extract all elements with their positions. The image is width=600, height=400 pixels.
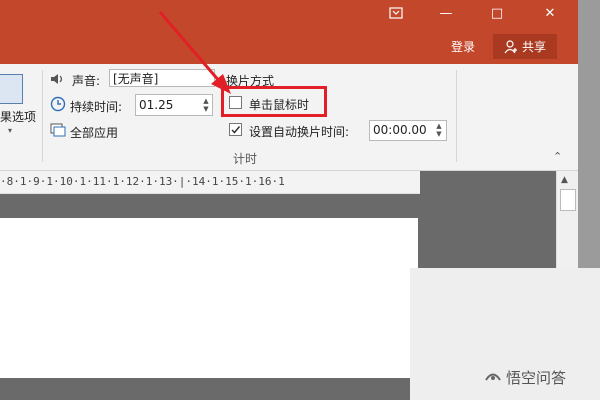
minimize-button[interactable]: — [430,3,462,23]
effect-options-icon[interactable] [0,74,23,104]
slide-canvas[interactable] [0,218,418,378]
watermark-logo-icon [484,368,502,387]
after-time-value: 00:00.00 [373,123,427,137]
watermark-text: 悟空问答 [506,369,567,387]
duration-label: 持续时间: [70,100,123,114]
checkmark-icon [231,126,241,134]
watermark: 悟空问答 [410,268,600,400]
title-bar: — □ ✕ 登录 共享 [0,0,600,64]
clock-icon [50,96,66,115]
ribbon-display-icon [389,7,403,19]
apply-all-icon [50,123,66,140]
person-add-icon [504,39,517,53]
horizontal-ruler: ·8·1·9·1·10·1·11·1·12·1·13·|·14·1·15·1·1… [0,171,420,194]
ribbon-separator [456,70,457,162]
ribbon-display-options-button[interactable] [380,3,412,23]
ruler-markings: ·8·1·9·1·10·1·11·1·12·1·13·|·14·1·15·1·1… [0,175,285,188]
maximize-button[interactable]: □ [481,3,513,23]
sign-in-link[interactable]: 登录 [451,38,475,55]
close-button[interactable]: ✕ [534,3,566,23]
speaker-icon [50,72,66,89]
after-time-spinner[interactable]: ▲ ▼ [434,122,444,138]
scroll-thumb[interactable] [560,189,576,211]
timing-group-label: 计时 [233,152,258,166]
sound-label: 声音: [72,74,101,88]
scroll-up-icon[interactable]: ▲ [561,175,568,185]
share-button[interactable]: 共享 [493,34,557,59]
effect-options-label[interactable]: 果选项 [0,108,36,125]
share-label: 共享 [521,40,546,54]
ribbon-separator [42,70,43,162]
apply-all-button[interactable]: 全部应用 [70,124,118,141]
annotation-arrow-icon [158,11,231,94]
vertical-scrollbar[interactable]: ▲ [556,171,579,269]
after-time-checkbox[interactable] [229,123,242,136]
after-time-label: 设置自动换片时间: [249,125,350,139]
effect-options-dropdown-icon[interactable]: ▾ [8,126,12,135]
collapse-ribbon-icon[interactable]: ⌃ [553,150,562,163]
